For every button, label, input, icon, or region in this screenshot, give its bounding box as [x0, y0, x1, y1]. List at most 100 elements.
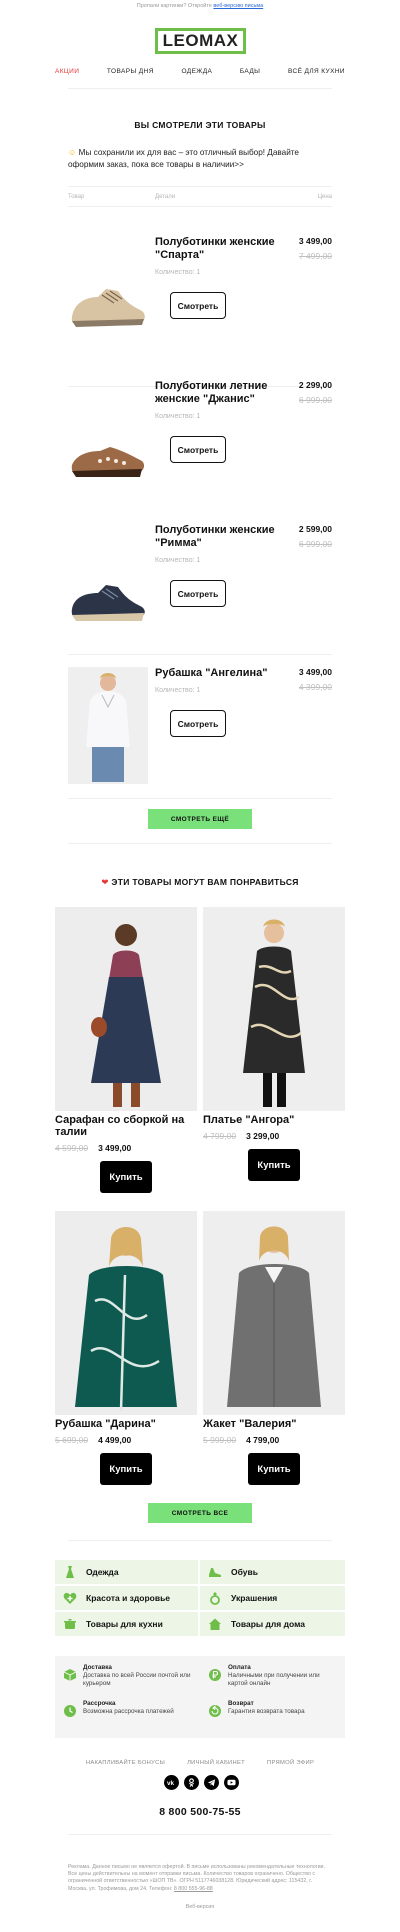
youtube-icon[interactable]: [224, 1775, 239, 1790]
category-shoes[interactable]: Обувь: [200, 1560, 345, 1584]
web-version-footer-link[interactable]: Веб-версия: [0, 1904, 400, 1910]
info-title: Рассрочка: [83, 1700, 116, 1707]
nav-item-kitchen[interactable]: ВСЁ ДЛЯ КУХНИ: [288, 68, 345, 82]
sarafan-photo[interactable]: [55, 907, 197, 1111]
product-name: Полуботинки женские "Спарта": [155, 236, 275, 261]
nav-item-sales[interactable]: АКЦИИ: [55, 68, 79, 82]
clock-icon: [64, 1705, 76, 1717]
category-label: Украшения: [231, 1593, 278, 1603]
viewed-item: Рубашка "Ангелина" Количество: 1 3 499,0…: [68, 667, 332, 807]
telegram-icon[interactable]: [204, 1775, 219, 1790]
nav-item-supplements[interactable]: БАДЫ: [240, 68, 260, 82]
product-card: Платье "Ангора" 4 799,00 3 299,00 Купить: [203, 907, 345, 1181]
category-label: Обувь: [231, 1567, 258, 1577]
category-home[interactable]: Товары для дома: [200, 1612, 345, 1636]
product-name: Рубашка "Ангелина": [155, 667, 268, 679]
dress-angora-photo[interactable]: [203, 907, 345, 1111]
social-links: vk: [164, 1775, 239, 1790]
card-old-price: 4 799,00: [203, 1131, 237, 1141]
svg-text:vk: vk: [167, 1780, 175, 1787]
heart-icon: ❤: [101, 877, 109, 887]
nav-item-clothing[interactable]: ОДЕЖДА: [181, 68, 212, 82]
info-delivery: Доставка Доставка по всей России почтой …: [55, 1664, 195, 1688]
shoe-icon: [209, 1568, 221, 1577]
category-label: Товары для кухни: [86, 1619, 163, 1629]
buy-button[interactable]: Купить: [248, 1149, 300, 1181]
show-all-button[interactable]: СМОТРЕТЬ ВСЕ: [148, 1503, 252, 1523]
viewed-title: ВЫ СМОТРЕЛИ ЭТИ ТОВАРЫ: [134, 120, 266, 130]
card-title: Жакет "Валерия": [203, 1418, 297, 1430]
top-nav: АКЦИИ ТОВАРЫ ДНЯ ОДЕЖДА БАДЫ ВСЁ ДЛЯ КУХ…: [55, 68, 345, 82]
shirt-darina-photo[interactable]: [55, 1211, 197, 1415]
category-jewelry[interactable]: Украшения: [200, 1586, 345, 1610]
preheader-text: Пропали картинки? Откройте: [136, 3, 214, 9]
card-title: Рубашка "Дарина": [55, 1418, 156, 1430]
product-card: Сарафан со сборкой на талии 4 599,00 3 49…: [55, 907, 197, 1193]
buy-button[interactable]: Купить: [100, 1453, 152, 1485]
product-old-price: 6 999,00: [298, 395, 332, 405]
legal-phone-link[interactable]: 8 800 555-96-88: [174, 1886, 213, 1892]
jacket-valeria-photo[interactable]: [203, 1211, 345, 1415]
support-phone[interactable]: 8 800 500-75-55: [0, 1806, 400, 1818]
show-more-button[interactable]: СМОТРЕТЬ ЕЩЁ: [148, 809, 252, 829]
divider: [68, 88, 332, 89]
view-button[interactable]: Смотреть: [170, 436, 226, 463]
product-old-price: 4 399,00: [298, 682, 332, 692]
buy-button[interactable]: Купить: [248, 1453, 300, 1485]
viewed-item: Полуботинки женские "Спарта" Количество:…: [68, 236, 332, 376]
footer-link-live[interactable]: ПРЯМОЙ ЭФИР: [267, 1760, 314, 1766]
product-price: 2 599,00: [298, 524, 332, 534]
leomax-logo[interactable]: LEOMAX: [155, 28, 246, 54]
footer-links: НАКАПЛИВАЙТЕ БОНУСЫ ЛИЧНЫЙ КАБИНЕТ ПРЯМО…: [55, 1760, 345, 1766]
product-card: Рубашка "Дарина" 5 699,00 4 499,00 Купить: [55, 1211, 197, 1485]
service-info: Доставка Доставка по всей России почтой …: [55, 1656, 345, 1738]
category-beauty-health[interactable]: Красота и здоровье: [55, 1586, 198, 1610]
footer-link-bonuses[interactable]: НАКАПЛИВАЙТЕ БОНУСЫ: [86, 1760, 165, 1766]
nav-item-day-products[interactable]: ТОВАРЫ ДНЯ: [107, 68, 154, 82]
col-price: Цена: [317, 194, 332, 200]
divider: [68, 206, 332, 207]
view-button[interactable]: Смотреть: [170, 292, 226, 319]
navy-sneaker-icon[interactable]: [68, 562, 148, 642]
viewed-intro-text: Мы сохранили их для вас – это отличный в…: [68, 148, 299, 169]
card-title: Платье "Ангора": [203, 1114, 295, 1126]
divider: [68, 1834, 332, 1835]
card-price: 4 499,00: [98, 1435, 132, 1445]
info-title: Оплата: [228, 1664, 251, 1671]
buy-button[interactable]: Купить: [100, 1161, 152, 1193]
viewed-intro: ☺ Мы сохранили их для вас – это отличный…: [68, 147, 332, 171]
info-title: Доставка: [83, 1664, 112, 1671]
product-old-price: 6 999,00: [298, 539, 332, 549]
col-product: Товар: [68, 194, 85, 200]
web-version-link[interactable]: веб-версию письма: [213, 3, 263, 9]
info-text: Доставка по всей России почтой или курье…: [83, 1672, 191, 1687]
viewed-item: Полуботинки женские "Римма" Количество: …: [68, 524, 332, 664]
table-header: Товар Детали Цена: [68, 194, 332, 200]
brown-sandal-shoe-icon[interactable]: [68, 418, 148, 498]
category-kitchen[interactable]: Товары для кухни: [55, 1612, 198, 1636]
product-name: Полуботинки женские "Римма": [155, 524, 275, 549]
odnoklassniki-icon[interactable]: [184, 1775, 199, 1790]
info-installment: Рассрочка Возможна рассрочка платежей: [55, 1700, 195, 1717]
footer-link-account[interactable]: ЛИЧНЫЙ КАБИНЕТ: [187, 1760, 245, 1766]
category-clothing[interactable]: Одежда: [55, 1560, 198, 1584]
card-old-price: 4 599,00: [55, 1143, 89, 1153]
vk-icon[interactable]: vk: [164, 1775, 179, 1790]
category-label: Одежда: [86, 1567, 119, 1577]
card-old-price: 5 999,00: [203, 1435, 237, 1445]
recommend-title-wrap: ❤ ЭТИ ТОВАРЫ МОГУТ ВАМ ПОНРАВИТЬСЯ: [0, 877, 400, 888]
product-name: Полуботинки летние женские "Джанис": [155, 380, 268, 405]
product-price: 2 299,00: [298, 380, 332, 390]
view-button[interactable]: Смотреть: [170, 710, 226, 737]
info-text: Гарантия возврата товара: [228, 1708, 305, 1715]
divider: [68, 798, 332, 799]
card-old-price: 5 699,00: [55, 1435, 89, 1445]
email-page: Пропали картинки? Откройте веб-версию пи…: [0, 0, 400, 1932]
category-label: Товары для дома: [231, 1619, 305, 1629]
info-title: Возврат: [228, 1700, 254, 1707]
heart-plus-icon: [63, 1592, 77, 1604]
view-button[interactable]: Смотреть: [170, 580, 226, 607]
white-shirt-photo[interactable]: [68, 667, 148, 784]
col-details: Детали: [155, 194, 176, 200]
beige-sneaker-icon[interactable]: [68, 266, 148, 346]
